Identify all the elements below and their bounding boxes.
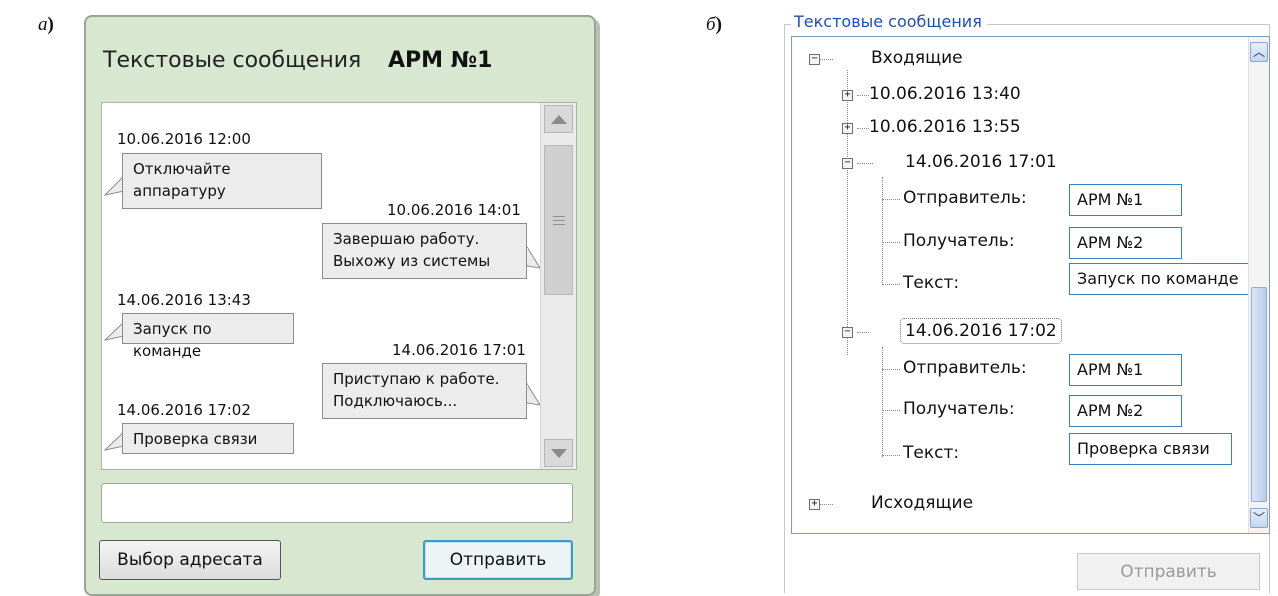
message-line: Выхожу из системы bbox=[333, 252, 491, 270]
message-line: Запуск по команде bbox=[133, 320, 212, 360]
message-line: аппаратуру bbox=[133, 182, 226, 200]
sender-label: Отправитель: bbox=[903, 358, 1027, 378]
message-line: Отключайте bbox=[133, 160, 231, 178]
panel-label-b: б) bbox=[706, 14, 722, 35]
message-line: Проверка связи bbox=[133, 430, 258, 448]
message-line: Подключаюсь... bbox=[333, 392, 458, 410]
message-history[interactable]: 10.06.2016 12:00 Отключайте аппаратуру 1… bbox=[101, 102, 577, 470]
arrow-down-icon bbox=[551, 449, 567, 458]
send-button[interactable]: Отправить bbox=[423, 540, 573, 580]
receiver-label: Получатель: bbox=[903, 399, 1015, 419]
tree-node-message[interactable]: 10.06.2016 13:40 bbox=[869, 84, 1021, 104]
tree-scrollbar[interactable]: ︿ ﹀ bbox=[1248, 37, 1269, 533]
message-timestamp: 10.06.2016 12:00 bbox=[117, 130, 251, 148]
tree-node-outgoing[interactable]: Исходящие bbox=[871, 493, 973, 513]
collapse-icon[interactable]: − bbox=[842, 327, 853, 338]
tree-node-message[interactable]: 10.06.2016 13:55 bbox=[869, 117, 1021, 137]
message-bubble[interactable]: Приступаю к работе. Подключаюсь... bbox=[322, 363, 527, 419]
message-bubble[interactable]: Проверка связи bbox=[122, 423, 294, 454]
scroll-thumb[interactable] bbox=[544, 145, 573, 295]
panel-label-a: а) bbox=[38, 14, 54, 35]
window-title: Текстовые сообщения bbox=[103, 48, 362, 73]
scroll-down-button[interactable]: ﹀ bbox=[1250, 508, 1268, 528]
choose-recipient-button[interactable]: Выбор адресата bbox=[99, 540, 281, 580]
sender-label: Отправитель: bbox=[903, 188, 1027, 208]
expand-icon[interactable]: + bbox=[842, 90, 853, 101]
sender-value: АРМ №1 bbox=[1069, 354, 1182, 386]
tree-node-message[interactable]: 14.06.2016 17:01 bbox=[905, 152, 1057, 172]
message-timestamp: 10.06.2016 14:01 bbox=[387, 201, 521, 219]
chat-window: Текстовые сообщения АРМ №1 10.06.2016 12… bbox=[84, 15, 596, 596]
text-value: Запуск по команде bbox=[1069, 263, 1249, 295]
scroll-up-button[interactable] bbox=[544, 105, 573, 133]
message-line: Завершаю работу. bbox=[333, 230, 480, 248]
message-timestamp: 14.06.2016 17:02 bbox=[117, 401, 251, 419]
scroll-down-button[interactable] bbox=[544, 439, 573, 467]
text-label: Текст: bbox=[903, 273, 960, 293]
message-timestamp: 14.06.2016 17:01 bbox=[392, 341, 526, 359]
scroll-thumb[interactable] bbox=[1251, 287, 1267, 502]
tree-node-incoming[interactable]: Входящие bbox=[871, 48, 963, 68]
groupbox-title: Текстовые сообщения bbox=[791, 12, 987, 31]
messages-tree[interactable]: − Входящие + 10.06.2016 13:40 + 10.06.20… bbox=[791, 36, 1270, 534]
collapse-icon[interactable]: − bbox=[809, 54, 820, 65]
message-bubble[interactable]: Запуск по команде bbox=[122, 313, 294, 360]
message-line: Приступаю к работе. bbox=[333, 370, 500, 388]
send-button-disabled[interactable]: Отправить bbox=[1077, 553, 1260, 590]
expand-icon[interactable]: + bbox=[809, 499, 820, 510]
text-label: Текст: bbox=[903, 443, 960, 463]
message-bubble[interactable]: Отключайте аппаратуру bbox=[122, 153, 322, 209]
arrow-up-icon bbox=[551, 115, 567, 124]
receiver-value: АРМ №2 bbox=[1069, 227, 1182, 259]
message-input[interactable] bbox=[101, 483, 573, 523]
history-scrollbar[interactable] bbox=[540, 103, 576, 469]
chevron-down-icon: ﹀ bbox=[1252, 511, 1265, 525]
sender-value: АРМ №1 bbox=[1069, 184, 1182, 216]
message-timestamp: 14.06.2016 13:43 bbox=[117, 291, 251, 309]
tree-node-message-selected[interactable]: 14.06.2016 17:02 bbox=[900, 318, 1062, 344]
chevron-up-icon: ︿ bbox=[1252, 45, 1265, 59]
station-name: АРМ №1 bbox=[388, 48, 493, 73]
message-bubble[interactable]: Завершаю работу. Выхожу из системы bbox=[322, 223, 527, 279]
receiver-label: Получатель: bbox=[903, 231, 1015, 251]
scroll-up-button[interactable]: ︿ bbox=[1250, 42, 1268, 62]
receiver-value: АРМ №2 bbox=[1069, 395, 1182, 427]
expand-icon[interactable]: + bbox=[842, 123, 853, 134]
collapse-icon[interactable]: − bbox=[842, 158, 853, 169]
text-value: Проверка связи bbox=[1069, 433, 1232, 465]
